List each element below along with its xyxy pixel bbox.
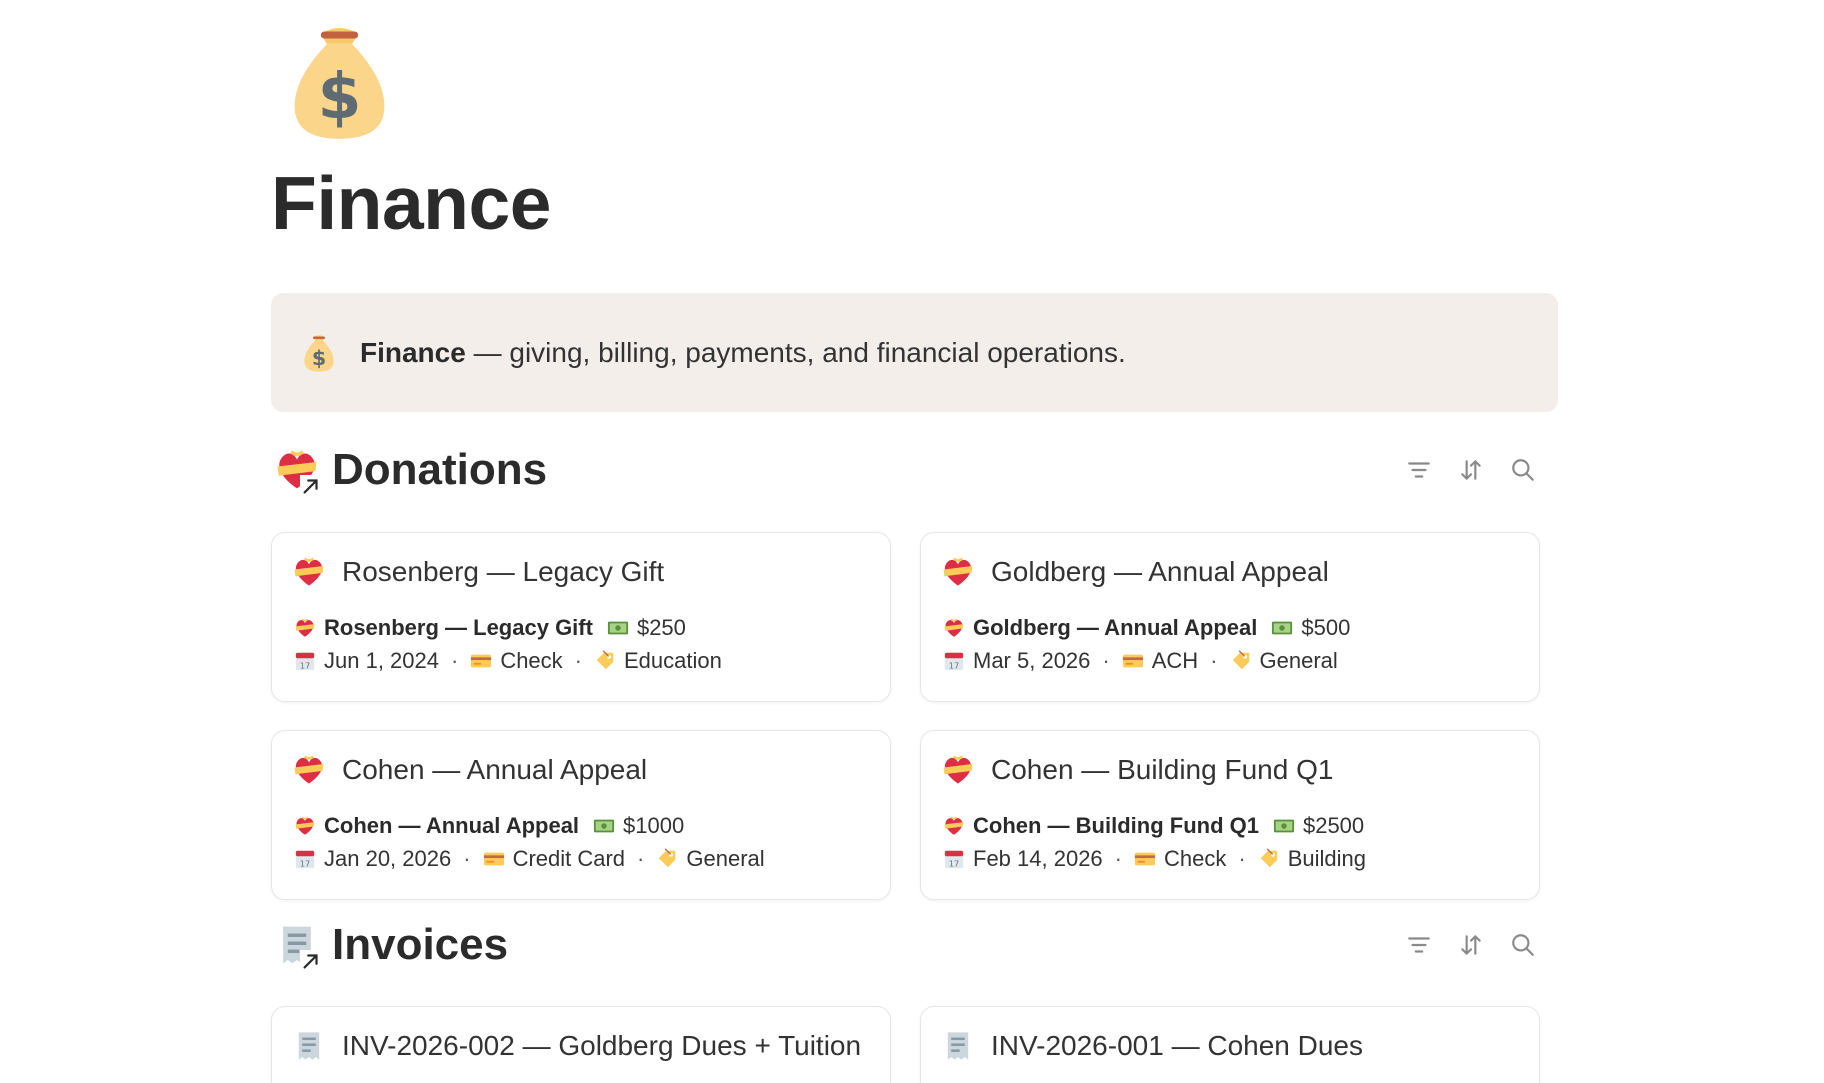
sort-icon[interactable] [1457,456,1485,484]
credit-card-icon [483,848,505,870]
donation-method: Credit Card [512,846,626,871]
donation-fund: General [686,846,765,871]
donation-method: Check [1164,846,1227,871]
donation-amount: $1000 [623,813,685,838]
heart-with-ribbon-icon [943,617,965,639]
heart-with-ribbon-icon [941,555,975,589]
page-title: Finance [271,161,551,245]
tag-icon [1258,848,1280,870]
search-icon[interactable] [1509,931,1537,959]
heart-with-ribbon-icon [943,815,965,837]
heart-with-ribbon-icon [294,617,316,639]
donation-date: Jun 1, 2024 [324,648,439,673]
invoices-header: Invoices [274,915,1537,975]
cash-icon [1273,815,1295,837]
donation-fund: Building [1287,846,1366,871]
filter-icon[interactable] [1405,456,1433,484]
card-name-row: Cohen — Annual Appeal $1000 [294,813,684,839]
donation-name: Rosenberg — Legacy Gift [324,615,593,640]
donation-card[interactable]: Cohen — Building Fund Q1 Cohen — Buildin… [920,730,1540,900]
donation-card[interactable]: Rosenberg — Legacy Gift Rosenberg — Lega… [271,532,891,702]
donation-fund: Education [624,648,722,673]
card-title[interactable]: Rosenberg — Legacy Gift [342,556,664,588]
donations-header: Donations [274,440,1537,500]
card-title-row: INV-2026-002 — Goldberg Dues + Tuition [292,1029,861,1063]
donations-tools [1405,456,1537,484]
tag-icon [594,650,616,672]
card-title-row: Rosenberg — Legacy Gift [292,555,664,589]
card-title-row: Cohen — Building Fund Q1 [941,753,1333,787]
callout: Finance — giving, billing, payments, and… [271,293,1558,412]
credit-card-icon [470,650,492,672]
tag-icon [656,848,678,870]
card-title-row: Cohen — Annual Appeal [292,753,647,787]
filter-icon[interactable] [1405,931,1433,959]
sort-icon[interactable] [1457,931,1485,959]
heart-with-ribbon-icon [292,555,326,589]
donation-amount: $250 [636,615,686,640]
donations-title[interactable]: Donations [332,445,547,495]
receipt-icon [292,1029,326,1063]
invoices-title[interactable]: Invoices [332,920,508,970]
donation-method: Check [500,648,563,673]
callout-text: Finance — giving, billing, payments, and… [360,337,1126,369]
callout-description: — giving, billing, payments, and financi… [465,336,1126,368]
calendar-icon [294,848,316,870]
card-title[interactable]: Cohen — Building Fund Q1 [991,754,1333,786]
donation-name: Goldberg — Annual Appeal [973,615,1258,640]
credit-card-icon [1122,650,1144,672]
calendar-icon [294,650,316,672]
invoices-tools [1405,931,1537,959]
receipt-icon [941,1029,975,1063]
heart-with-ribbon-icon [292,753,326,787]
donation-amount: $500 [1301,615,1351,640]
calendar-icon [943,848,965,870]
calendar-icon [943,650,965,672]
link-arrow-icon [300,475,322,497]
donation-card[interactable]: Goldberg — Annual Appeal Goldberg — Annu… [920,532,1540,702]
card-meta-row: Jun 1, 2024 · Check · Education [294,648,722,674]
card-meta-row: Jan 20, 2026 · Credit Card · General [294,846,765,872]
card-title-row: INV-2026-001 — Cohen Dues [941,1029,1363,1063]
card-name-row: Cohen — Building Fund Q1 $2500 [943,813,1364,839]
search-icon[interactable] [1509,456,1537,484]
money-bag-icon[interactable] [272,0,407,140]
heart-with-ribbon-icon[interactable] [274,447,320,493]
invoice-card[interactable]: INV-2026-002 — Goldberg Dues + Tuition [271,1006,891,1083]
card-title[interactable]: INV-2026-002 — Goldberg Dues + Tuition [342,1030,861,1062]
cash-icon [607,617,629,639]
card-meta-row: Feb 14, 2026 · Check · Building [943,846,1366,872]
page: Finance Finance — giving, billing, payme… [0,0,1824,1083]
link-arrow-icon [300,950,322,972]
money-bag-icon [298,332,340,374]
credit-card-icon [1134,848,1156,870]
card-title[interactable]: INV-2026-001 — Cohen Dues [991,1030,1363,1062]
donation-date: Feb 14, 2026 [973,846,1103,871]
donation-method: ACH [1151,648,1199,673]
donation-amount: $2500 [1302,813,1365,838]
donation-card[interactable]: Cohen — Annual Appeal Cohen — Annual App… [271,730,891,900]
donation-name: Cohen — Building Fund Q1 [973,813,1259,838]
donation-name: Cohen — Annual Appeal [324,813,580,838]
heart-with-ribbon-icon [941,753,975,787]
card-name-row: Goldberg — Annual Appeal $500 [943,615,1350,641]
card-title[interactable]: Cohen — Annual Appeal [342,754,647,786]
receipt-icon[interactable] [274,922,320,968]
donation-date: Jan 20, 2026 [324,846,452,871]
cash-icon [1271,617,1293,639]
card-meta-row: Mar 5, 2026 · ACH · General [943,648,1338,674]
card-title[interactable]: Goldberg — Annual Appeal [991,556,1329,588]
donation-fund: General [1259,648,1338,673]
callout-bold: Finance [360,336,466,368]
donation-date: Mar 5, 2026 [973,648,1091,673]
invoice-card[interactable]: INV-2026-001 — Cohen Dues [920,1006,1540,1083]
card-name-row: Rosenberg — Legacy Gift $250 [294,615,686,641]
heart-with-ribbon-icon [294,815,316,837]
cash-icon [593,815,615,837]
tag-icon [1230,650,1252,672]
card-title-row: Goldberg — Annual Appeal [941,555,1329,589]
